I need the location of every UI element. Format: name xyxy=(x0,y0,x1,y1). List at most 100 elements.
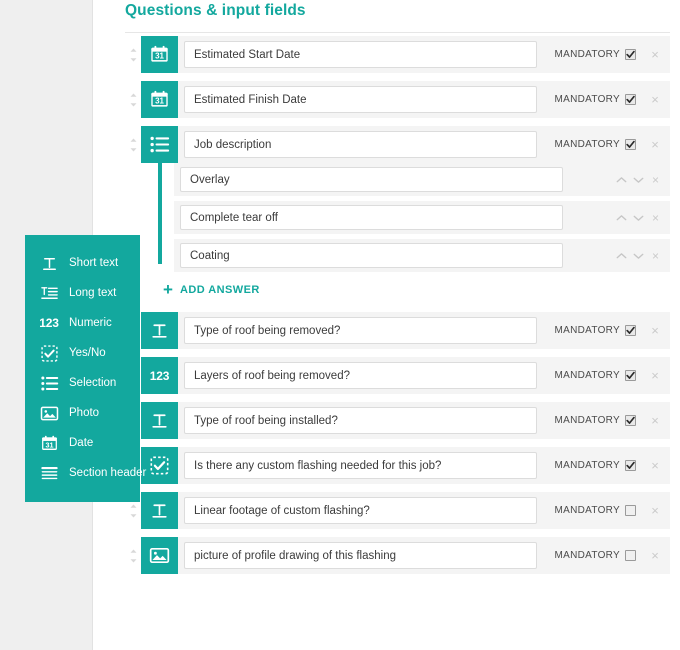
mandatory-label: MANDATORY xyxy=(554,505,620,516)
remove-answer-button[interactable]: × xyxy=(647,174,664,186)
question-label-input[interactable]: Estimated Start Date xyxy=(184,41,537,68)
palette-item-date[interactable]: 31 Date xyxy=(25,428,140,458)
question-row-body: Job description MANDATORY × xyxy=(178,126,670,163)
question-row-body: Estimated Finish Date MANDATORY × xyxy=(178,81,670,118)
short-text-icon[interactable] xyxy=(141,312,178,349)
answers-group: Overlay × Complete tear off × Coating × xyxy=(125,153,670,272)
yes-no-icon xyxy=(39,343,59,363)
question-label-input[interactable]: Is there any custom flashing needed for … xyxy=(184,452,537,479)
drag-handle-icon[interactable] xyxy=(125,36,141,73)
question-row-body: Estimated Start Date MANDATORY × xyxy=(178,36,670,73)
palette-item-label: Numeric xyxy=(69,317,112,329)
remove-question-button[interactable]: × xyxy=(646,324,664,337)
move-answer-up-button[interactable] xyxy=(613,176,630,184)
svg-text:31: 31 xyxy=(155,97,164,106)
date-icon[interactable]: 31 xyxy=(141,81,178,118)
answer-label-input[interactable]: Complete tear off xyxy=(180,205,563,230)
page-header: Questions & input fields xyxy=(125,0,670,33)
move-answer-up-button[interactable] xyxy=(613,214,630,222)
question-label-input[interactable]: Type of roof being removed? xyxy=(184,317,537,344)
palette-item-numeric[interactable]: 123 Numeric xyxy=(25,308,140,338)
answer-label-input[interactable]: Overlay xyxy=(180,167,563,192)
move-answer-up-button[interactable] xyxy=(613,252,630,260)
remove-question-button[interactable]: × xyxy=(646,369,664,382)
mandatory-toggle[interactable]: MANDATORY xyxy=(537,415,647,426)
photo-icon[interactable] xyxy=(141,537,178,574)
question-row: 31 Estimated Start Date MANDATORY × xyxy=(125,36,670,73)
question-label-input[interactable]: picture of profile drawing of this flash… xyxy=(184,542,537,569)
short-text-icon[interactable] xyxy=(141,492,178,529)
remove-question-button[interactable]: × xyxy=(646,459,664,472)
question-row: Type of roof being installed? MANDATORY … xyxy=(125,402,670,439)
mandatory-toggle[interactable]: MANDATORY xyxy=(537,460,647,471)
mandatory-label: MANDATORY xyxy=(554,49,620,60)
palette-item-selection[interactable]: Selection xyxy=(25,368,140,398)
question-label-input[interactable]: Layers of roof being removed? xyxy=(184,362,537,389)
question-row: 31 Estimated Finish Date MANDATORY × xyxy=(125,81,670,118)
remove-question-button[interactable]: × xyxy=(646,549,664,562)
remove-question-button[interactable]: × xyxy=(646,414,664,427)
question-row: picture of profile drawing of this flash… xyxy=(125,537,670,574)
palette-item-long-text[interactable]: Long text xyxy=(25,278,140,308)
short-text-icon[interactable] xyxy=(141,402,178,439)
selection-icon xyxy=(39,373,59,393)
remove-question-button[interactable]: × xyxy=(646,48,664,61)
photo-icon xyxy=(39,403,59,423)
remove-answer-button[interactable]: × xyxy=(647,212,664,224)
plus-icon: + xyxy=(163,280,173,299)
svg-text:31: 31 xyxy=(45,440,53,449)
mandatory-toggle[interactable]: MANDATORY xyxy=(537,550,647,561)
question-label-input[interactable]: Estimated Finish Date xyxy=(184,86,537,113)
mandatory-checkbox[interactable] xyxy=(625,49,636,60)
answer-label-input[interactable]: Coating xyxy=(180,243,563,268)
field-type-palette[interactable]: Short text Long text 123 Numeric Yes/No … xyxy=(25,235,146,502)
remove-answer-button[interactable]: × xyxy=(647,250,664,262)
drag-handle-icon[interactable] xyxy=(125,81,141,118)
date-icon[interactable]: 31 xyxy=(141,36,178,73)
palette-item-label: Date xyxy=(69,437,94,449)
yes-no-icon[interactable] xyxy=(141,447,178,484)
move-answer-down-button[interactable] xyxy=(630,176,647,184)
mandatory-toggle[interactable]: MANDATORY xyxy=(537,505,647,516)
question-row: Job description MANDATORY × xyxy=(125,126,670,163)
question-label-input[interactable]: Type of roof being installed? xyxy=(184,407,537,434)
mandatory-toggle[interactable]: MANDATORY xyxy=(537,94,647,105)
answer-row: Overlay × xyxy=(174,163,670,196)
question-row: Linear footage of custom flashing? MANDA… xyxy=(125,492,670,529)
mandatory-checkbox[interactable] xyxy=(625,325,636,336)
mandatory-toggle[interactable]: MANDATORY xyxy=(537,49,647,60)
remove-question-button[interactable]: × xyxy=(646,138,664,151)
mandatory-checkbox[interactable] xyxy=(625,370,636,381)
question-row: Type of roof being removed? MANDATORY × xyxy=(125,312,670,349)
mandatory-checkbox[interactable] xyxy=(625,550,636,561)
mandatory-checkbox[interactable] xyxy=(625,94,636,105)
palette-item-label: Selection xyxy=(69,377,117,389)
mandatory-checkbox[interactable] xyxy=(625,505,636,516)
remove-question-button[interactable]: × xyxy=(646,504,664,517)
drag-handle-icon[interactable] xyxy=(125,537,141,574)
palette-item-short-text[interactable]: Short text xyxy=(25,248,140,278)
mandatory-toggle[interactable]: MANDATORY xyxy=(537,370,647,381)
palette-item-section-header[interactable]: Section header xyxy=(25,458,146,488)
selection-icon[interactable] xyxy=(141,126,178,163)
mandatory-toggle[interactable]: MANDATORY xyxy=(537,325,647,336)
move-answer-down-button[interactable] xyxy=(630,214,647,222)
mandatory-label: MANDATORY xyxy=(554,325,620,336)
move-answer-down-button[interactable] xyxy=(630,252,647,260)
drag-handle-icon[interactable] xyxy=(125,126,141,163)
mandatory-checkbox[interactable] xyxy=(625,139,636,150)
mandatory-checkbox[interactable] xyxy=(625,460,636,471)
palette-item-label: Long text xyxy=(69,287,117,299)
palette-item-photo[interactable]: Photo xyxy=(25,398,140,428)
date-icon: 31 xyxy=(39,433,59,453)
answers-connector xyxy=(158,153,162,264)
numeric-icon[interactable]: 123 xyxy=(141,357,178,394)
question-label-input[interactable]: Job description xyxy=(184,131,537,158)
add-answer-button[interactable]: + ADD ANSWER xyxy=(125,281,260,298)
question-label-input[interactable]: Linear footage of custom flashing? xyxy=(184,497,537,524)
mandatory-checkbox[interactable] xyxy=(625,415,636,426)
remove-question-button[interactable]: × xyxy=(646,93,664,106)
mandatory-toggle[interactable]: MANDATORY xyxy=(537,139,647,150)
mandatory-label: MANDATORY xyxy=(554,370,620,381)
palette-item-yes-no[interactable]: Yes/No xyxy=(25,338,140,368)
